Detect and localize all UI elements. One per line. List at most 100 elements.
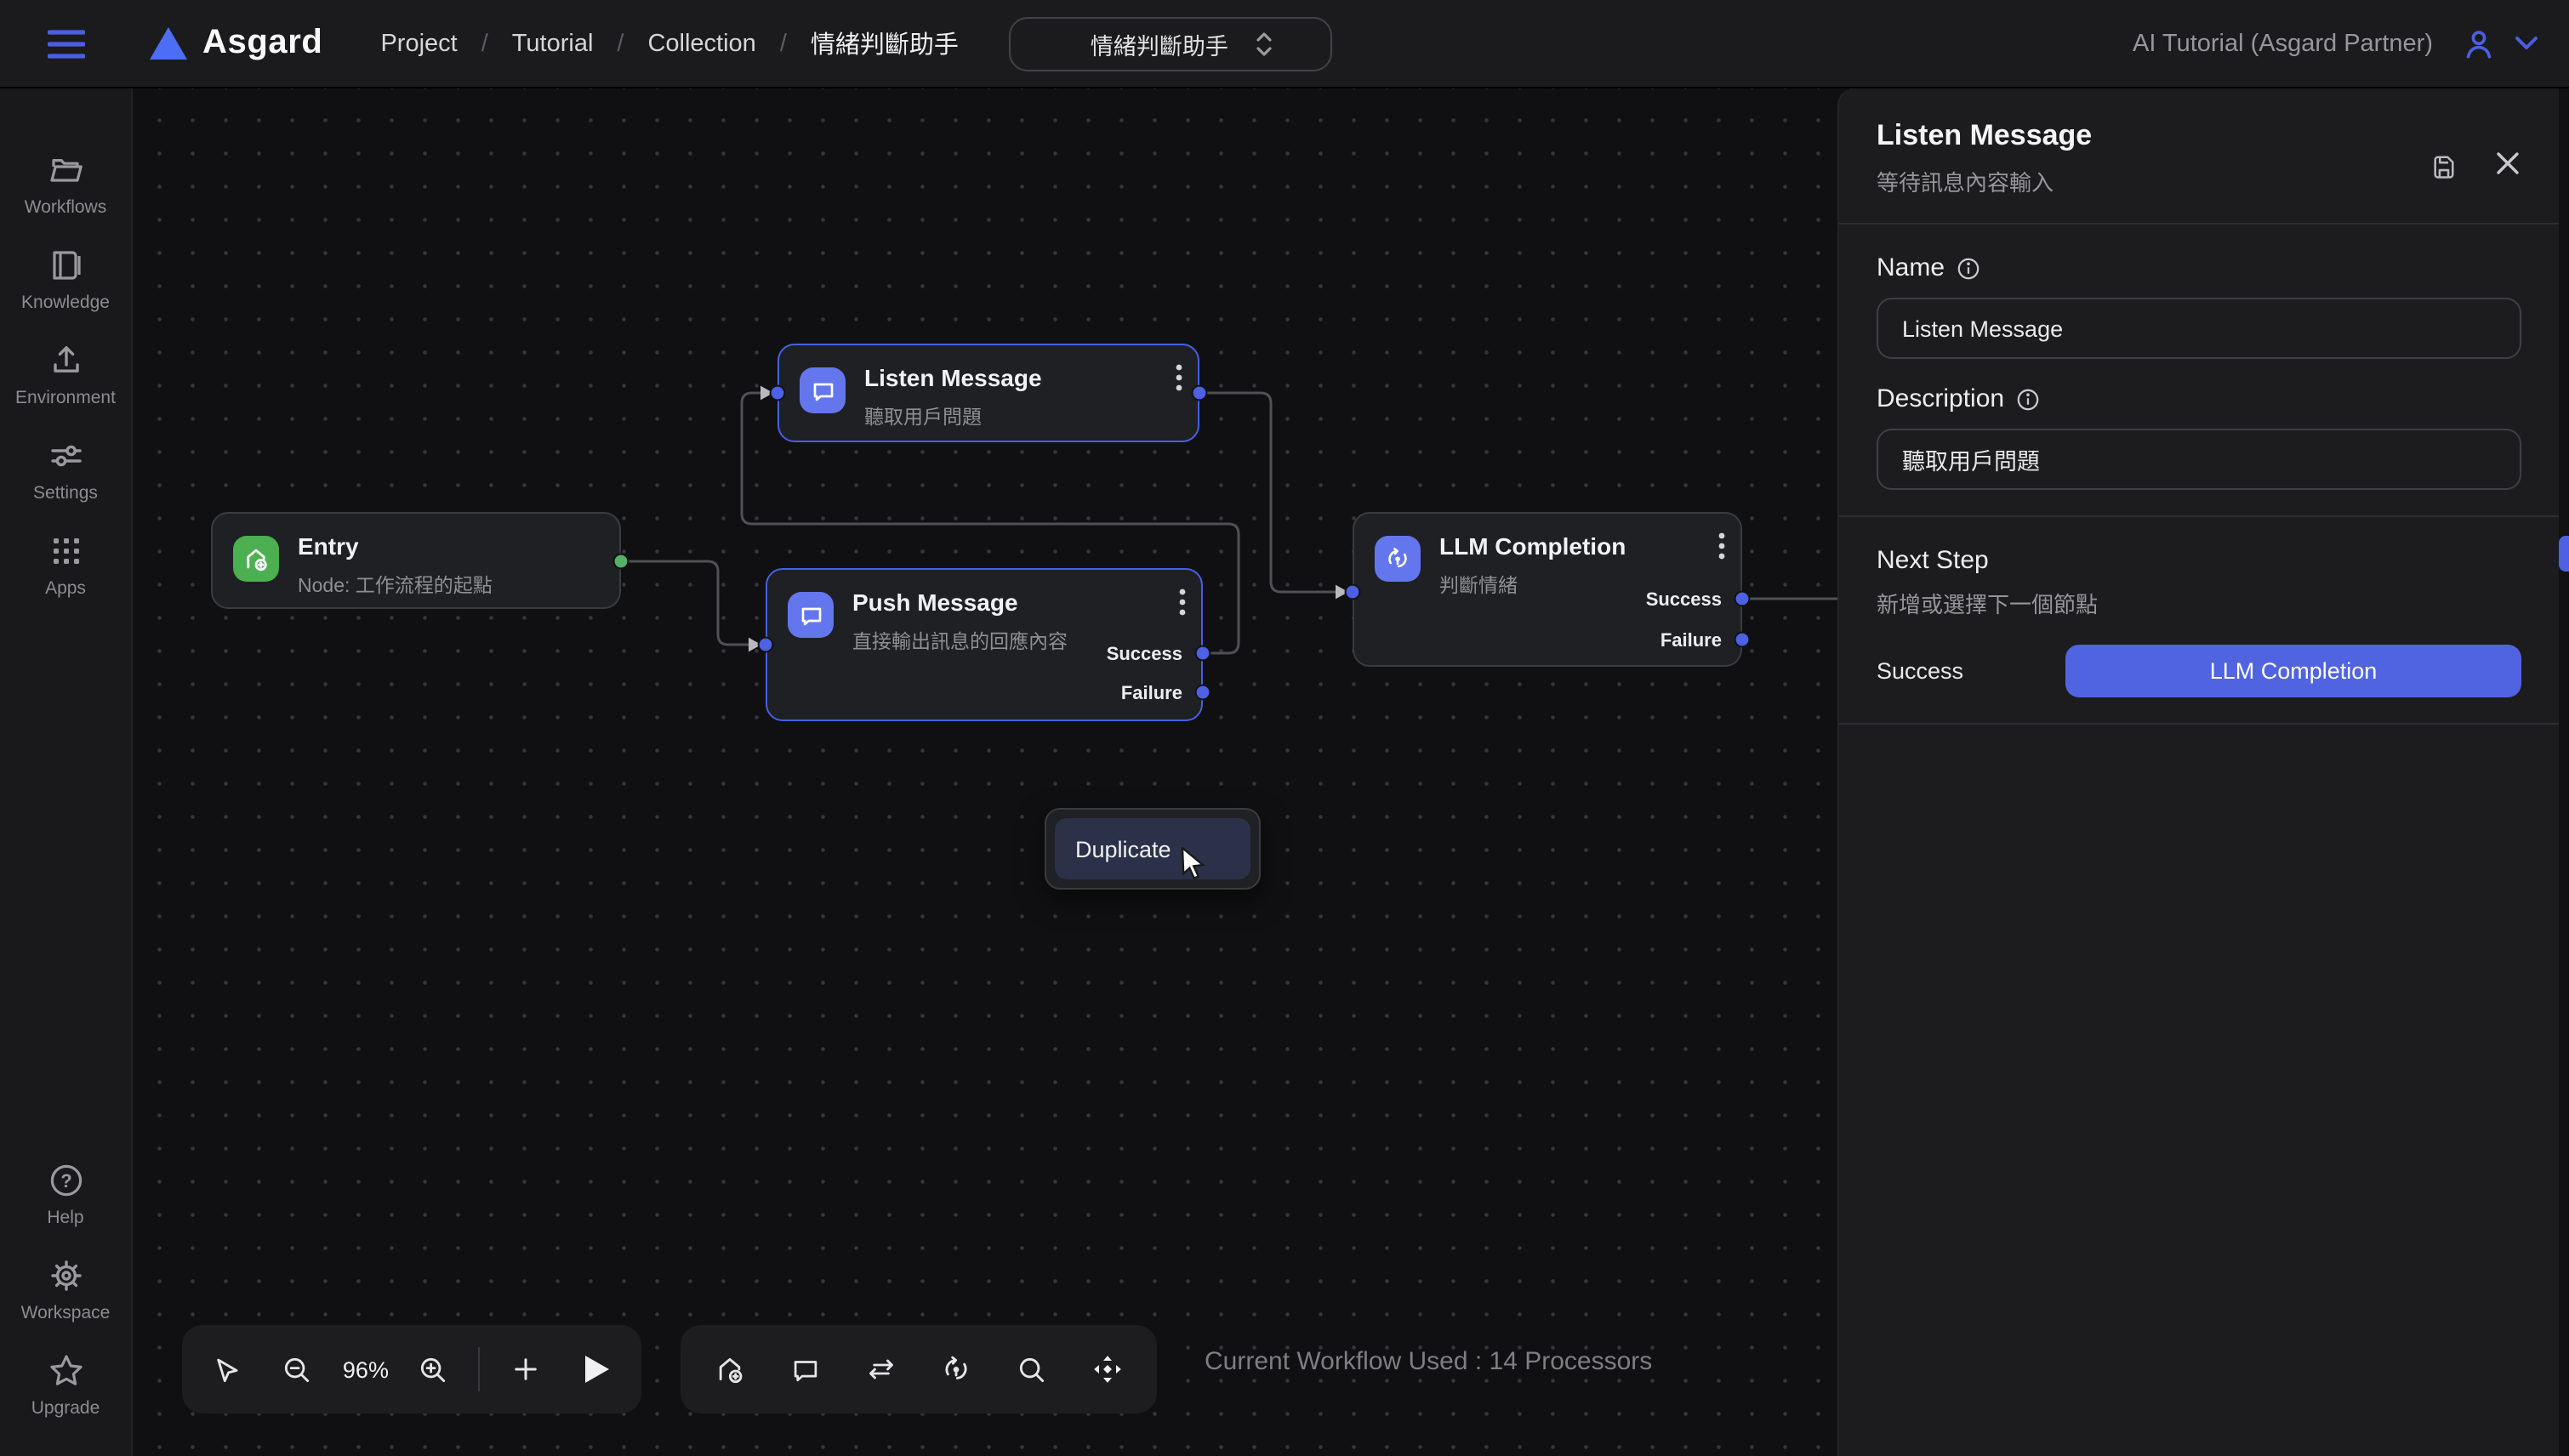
sidebar-item-settings[interactable]: Settings (0, 422, 131, 517)
panel-subtitle: 等待訊息內容輸入 (1877, 165, 2521, 197)
sidebar-item-environment[interactable]: Environment (0, 327, 131, 422)
menu-icon[interactable] (48, 28, 85, 59)
entry-node-tool-icon[interactable] (705, 1344, 756, 1395)
pointer-tool-icon[interactable] (202, 1344, 253, 1395)
sidebar-item-label: Settings (33, 483, 98, 503)
context-menu-item-duplicate[interactable]: Duplicate (1055, 818, 1250, 879)
node-subtitle: 判斷情緒 (1439, 571, 1626, 598)
navbar-right: AI Tutorial (Asgard Partner) (2133, 25, 2569, 62)
zoom-out-icon[interactable] (272, 1344, 323, 1395)
fit-view-icon[interactable] (1081, 1344, 1132, 1395)
kebab-menu-icon[interactable] (1715, 529, 1729, 563)
output-label-success: Success (1107, 645, 1182, 665)
scroll-indicator[interactable] (2559, 536, 2569, 572)
svg-text:?: ? (60, 1170, 71, 1192)
next-step-target-button[interactable]: LLM Completion (2065, 645, 2521, 697)
zoom-in-icon[interactable] (408, 1344, 459, 1395)
toolbar-divider (479, 1347, 481, 1391)
llm-node-tool-icon[interactable] (931, 1344, 982, 1395)
sidebar-item-label: Apps (45, 578, 86, 599)
panel-fields-section: Name Description (1839, 225, 2559, 517)
next-step-section: Next Step 新增或選擇下一個節點 Success LLM Complet… (1839, 517, 2559, 725)
sidebar-item-label: Workflows (25, 197, 106, 218)
name-input[interactable] (1877, 298, 2521, 359)
sidebar-item-workspace[interactable]: Workspace (0, 1242, 131, 1337)
node-subtitle: 直接輸出訊息的回應內容 (852, 627, 1068, 654)
panel-header: Listen Message 等待訊息內容輸入 (1839, 88, 2559, 225)
sidebar-item-label: Knowledge (21, 293, 110, 313)
question-circle-icon: ? (45, 1160, 86, 1201)
user-avatar-icon[interactable] (2460, 25, 2498, 62)
sidebar-item-upgrade[interactable]: Upgrade (0, 1337, 131, 1432)
gear-icon (45, 1255, 86, 1296)
sidebar-item-apps[interactable]: Apps (0, 517, 131, 612)
zoom-level[interactable]: 96% (343, 1356, 389, 1382)
info-icon[interactable] (1957, 256, 1980, 280)
sidebar-item-label: Environment (15, 388, 116, 408)
node-llm-completion[interactable]: LLM Completion 判斷情緒 Success Failure (1353, 512, 1742, 667)
chat-bubble-icon (788, 592, 834, 638)
node-entry[interactable]: Entry Node: 工作流程的起點 (211, 512, 621, 609)
save-icon[interactable] (2428, 150, 2460, 182)
sidebar-item-label: Upgrade (31, 1398, 100, 1419)
sidebar-item-help[interactable]: ? Help (0, 1146, 131, 1242)
node-push-message[interactable]: Push Message 直接輸出訊息的回應內容 Success Failure (766, 568, 1203, 721)
breadcrumb-project[interactable]: Project (380, 30, 457, 57)
sidebar-item-knowledge[interactable]: Knowledge (0, 231, 131, 327)
canvas-toolbar-nodes (681, 1325, 1157, 1413)
node-listen-message[interactable]: Listen Message 聽取用戶問題 (778, 344, 1199, 442)
apps-grid-icon (45, 531, 86, 572)
star-icon (45, 1351, 86, 1391)
next-step-subtitle: 新增或選擇下一個節點 (1877, 587, 2521, 619)
edge-entry-to-push (621, 561, 749, 645)
description-input[interactable] (1877, 429, 2521, 490)
workflow-usage-status: Current Workflow Used : 14 Processors (1205, 1347, 1885, 1376)
brand-logo-icon (150, 27, 187, 60)
breadcrumb-separator: / (780, 30, 787, 57)
chevron-updown-icon (1256, 30, 1273, 57)
sliders-icon (45, 435, 86, 476)
brand[interactable]: Asgard (150, 24, 322, 63)
chevron-down-icon[interactable] (2515, 36, 2538, 51)
description-field-label: Description (1877, 384, 2521, 413)
workflow-selector-value: 情緒判斷助手 (1091, 26, 1228, 60)
edge-listen-to-llm (1199, 393, 1336, 592)
sidebar-item-workflows[interactable]: Workflows (0, 136, 131, 231)
breadcrumb-tutorial[interactable]: Tutorial (512, 30, 594, 57)
left-sidebar: Workflows Knowledge Environment Settings… (0, 88, 133, 1456)
sidebar-item-label: Workspace (21, 1303, 111, 1323)
brand-name: Asgard (202, 24, 322, 63)
next-step-title: Next Step (1877, 546, 2521, 575)
canvas-toolbar-zoom: 96% (182, 1325, 641, 1413)
add-node-icon[interactable] (500, 1344, 551, 1395)
kebab-menu-icon[interactable] (1172, 361, 1186, 395)
close-icon[interactable] (2494, 150, 2521, 177)
switch-node-tool-icon[interactable] (856, 1344, 907, 1395)
breadcrumb-separator: / (617, 30, 624, 57)
run-workflow-icon[interactable] (571, 1344, 622, 1395)
message-node-tool-icon[interactable] (780, 1344, 831, 1395)
search-icon[interactable] (1006, 1344, 1057, 1395)
next-step-output-label: Success (1877, 658, 1963, 684)
right-edge-strip (2559, 88, 2569, 1456)
breadcrumb-current: 情緒判斷助手 (811, 26, 959, 61)
book-icon (45, 245, 86, 286)
context-menu-item-label: Duplicate (1075, 836, 1171, 862)
entry-home-plus-icon (233, 536, 279, 582)
name-label-text: Name (1877, 253, 1945, 282)
name-field-label: Name (1877, 253, 2521, 282)
workflow-selector[interactable]: 情緒判斷助手 (1010, 16, 1333, 71)
edge-arrowhead (1336, 585, 1348, 600)
output-label-failure: Failure (1660, 631, 1722, 651)
kebab-menu-icon[interactable] (1176, 585, 1189, 619)
node-title: Listen Message (864, 364, 1042, 394)
chat-bubble-icon (800, 367, 846, 413)
breadcrumb-collection[interactable]: Collection (647, 30, 755, 57)
edge-arrowhead (749, 638, 761, 652)
context-menu: Duplicate (1045, 808, 1261, 890)
top-navbar: Asgard Project / Tutorial / Collection /… (0, 0, 2569, 88)
llm-cycle-icon (1375, 536, 1421, 582)
info-icon[interactable] (2016, 387, 2040, 411)
node-title: Push Message (852, 589, 1068, 618)
node-properties-panel: Listen Message 等待訊息內容輸入 Name Description (1837, 88, 2559, 1456)
